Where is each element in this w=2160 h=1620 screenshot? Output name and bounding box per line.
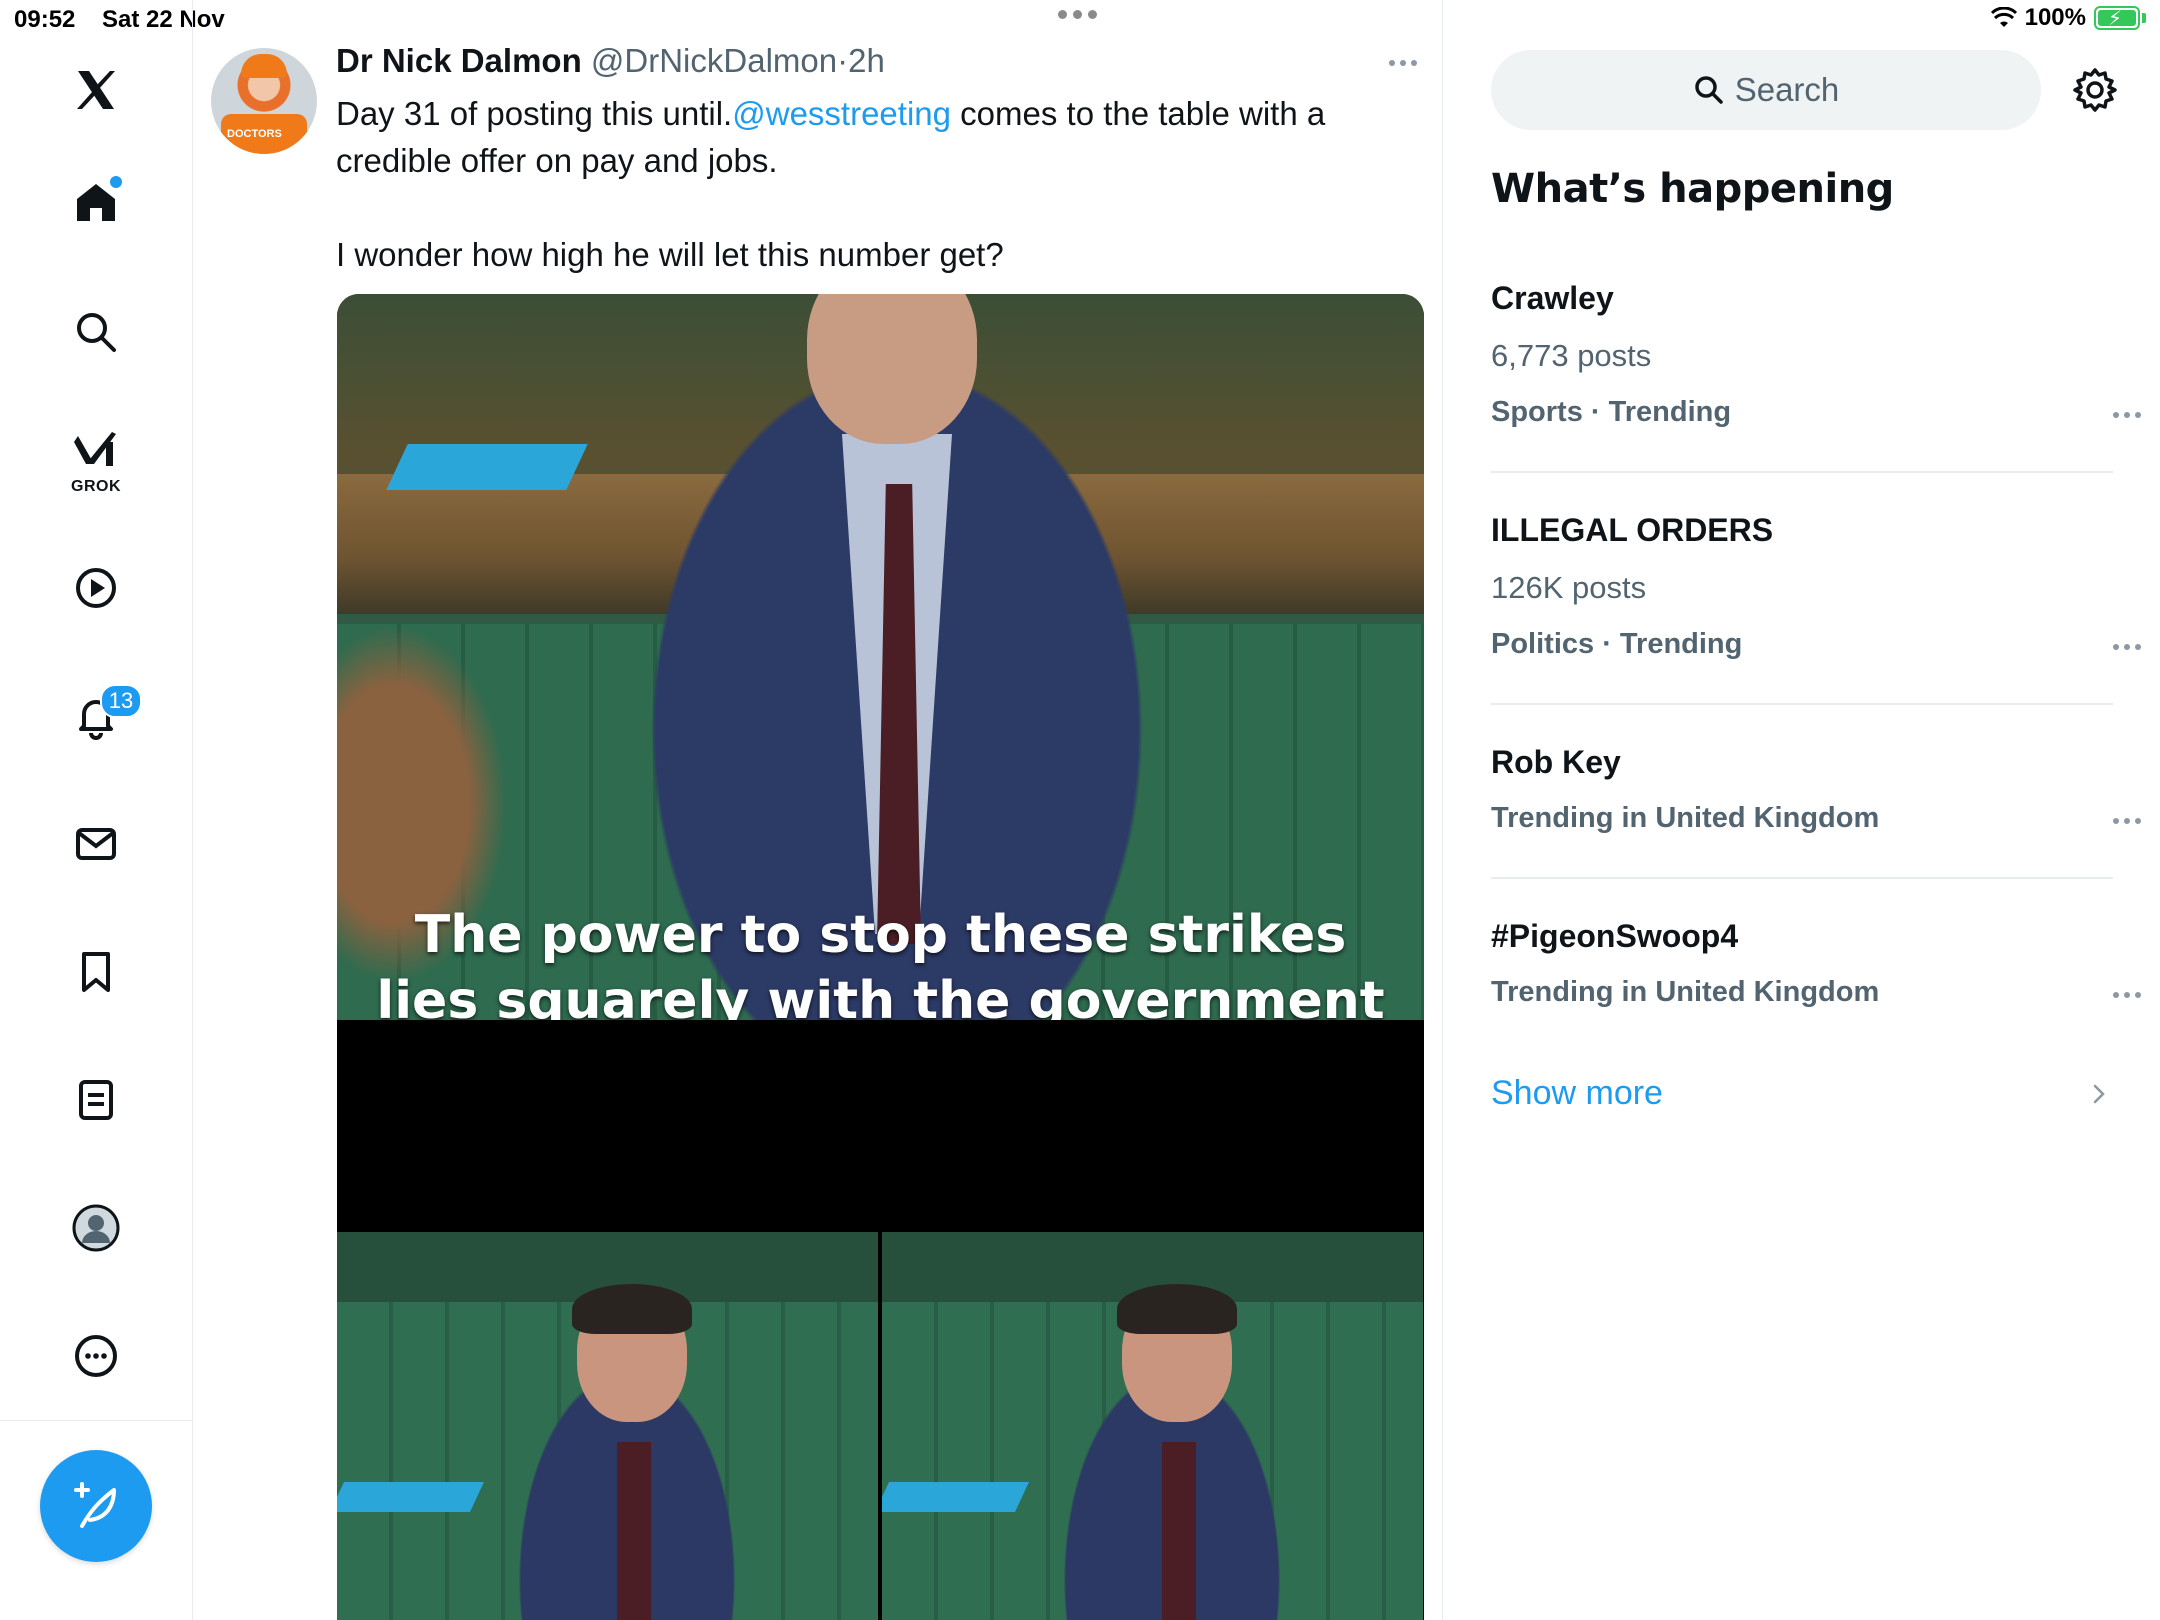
media-caption: The power to stop these strikes lies squ… xyxy=(337,902,1424,1034)
tweet-more-icon[interactable] xyxy=(1389,60,1417,66)
trend-item[interactable]: Rob Key Trending in United Kingdom xyxy=(1491,740,2141,860)
video-icon[interactable] xyxy=(66,558,126,618)
search-nav-icon[interactable] xyxy=(66,302,126,362)
whats-happening-title: What’s happening xyxy=(1491,166,1894,212)
search-placeholder: Search xyxy=(1734,71,1840,108)
trend-name: ILLEGAL ORDERS xyxy=(1491,512,1774,548)
trend-category: Trending in United Kingdom xyxy=(1491,976,1880,1008)
right-sidebar: Search What’s happening Crawley 6,773 po… xyxy=(1443,0,2160,1620)
trend-category: Politics · Trending xyxy=(1491,628,1743,660)
trend-more-icon[interactable] xyxy=(2113,992,2141,998)
trend-name: #PigeonSwoop4 xyxy=(1491,918,1739,954)
lists-icon[interactable] xyxy=(66,1070,126,1130)
compose-post-button[interactable] xyxy=(40,1450,152,1562)
search-icon xyxy=(1694,76,1723,104)
trend-divider xyxy=(1491,703,2113,705)
trend-name: Crawley xyxy=(1491,280,1614,316)
media-black-band xyxy=(337,1020,1424,1232)
show-more-link[interactable]: Show more xyxy=(1491,1074,1663,1113)
timeline-column: DOCTORS Dr Nick Dalmon @DrNickDalmon·2h … xyxy=(193,0,1443,1620)
search-input[interactable]: Search xyxy=(1491,50,2041,130)
trend-posts: 126K posts xyxy=(1491,570,1647,605)
tweet-text: Day 31 of posting this until.@wesstreeti… xyxy=(336,90,1396,278)
left-nav: GROK 13 xyxy=(0,0,193,1620)
trend-more-icon[interactable] xyxy=(2113,412,2141,418)
profile-avatar-icon[interactable] xyxy=(66,1198,126,1258)
media-frame-right xyxy=(882,1232,1423,1620)
media-caption-line: The power to stop these strikes xyxy=(414,905,1347,965)
trend-item[interactable]: Crawley 6,773 posts Sports · Trending xyxy=(1491,276,2141,446)
grok-icon[interactable] xyxy=(66,420,126,480)
trend-item[interactable]: ILLEGAL ORDERS 126K posts Politics · Tre… xyxy=(1491,508,2141,678)
avatar-tag: DOCTORS xyxy=(227,128,282,140)
chevron-right-icon xyxy=(2093,1084,2105,1104)
header-separator: · xyxy=(837,42,849,79)
trend-category: Sports · Trending xyxy=(1491,396,1732,428)
home-unread-dot xyxy=(110,176,122,188)
mention-link[interactable]: @wesstreeting xyxy=(732,95,951,132)
x-logo-icon[interactable] xyxy=(66,60,126,120)
author-avatar[interactable]: DOCTORS xyxy=(211,48,317,154)
trend-divider xyxy=(1491,471,2113,473)
nav-divider xyxy=(0,1420,192,1421)
notifications-icon[interactable]: 13 xyxy=(66,684,142,746)
tweet-timestamp[interactable]: 2h xyxy=(848,42,885,79)
trend-more-icon[interactable] xyxy=(2113,818,2141,824)
more-options-icon[interactable] xyxy=(66,1326,126,1386)
trend-divider xyxy=(1491,877,2113,879)
media-frame-left xyxy=(337,1232,878,1620)
trend-more-icon[interactable] xyxy=(2113,644,2141,650)
tweet-media[interactable]: The power to stop these strikes lies squ… xyxy=(337,294,1424,1620)
trend-posts: 6,773 posts xyxy=(1491,338,1652,373)
tweet-text-line: I wonder how high he will let this numbe… xyxy=(336,236,1004,273)
home-icon[interactable] xyxy=(66,172,126,232)
author-handle[interactable]: @DrNickDalmon xyxy=(591,42,837,79)
notifications-badge: 13 xyxy=(100,684,142,718)
media-frame-main: The power to stop these strikes lies squ… xyxy=(337,294,1424,1034)
author-name[interactable]: Dr Nick Dalmon xyxy=(336,42,582,79)
bookmarks-icon[interactable] xyxy=(66,942,126,1002)
tweet-text-part: Day 31 of posting this until. xyxy=(336,95,733,132)
trend-name: Rob Key xyxy=(1491,744,1621,780)
grok-label: GROK xyxy=(71,478,121,495)
trend-category: Trending in United Kingdom xyxy=(1491,802,1880,834)
compose-feather-icon xyxy=(74,1482,116,1528)
tweet-header: Dr Nick Dalmon @DrNickDalmon·2h xyxy=(336,42,885,80)
trend-item[interactable]: #PigeonSwoop4 Trending in United Kingdom xyxy=(1491,914,2141,1034)
messages-icon[interactable] xyxy=(66,814,126,874)
settings-gear-icon[interactable] xyxy=(2071,66,2119,114)
